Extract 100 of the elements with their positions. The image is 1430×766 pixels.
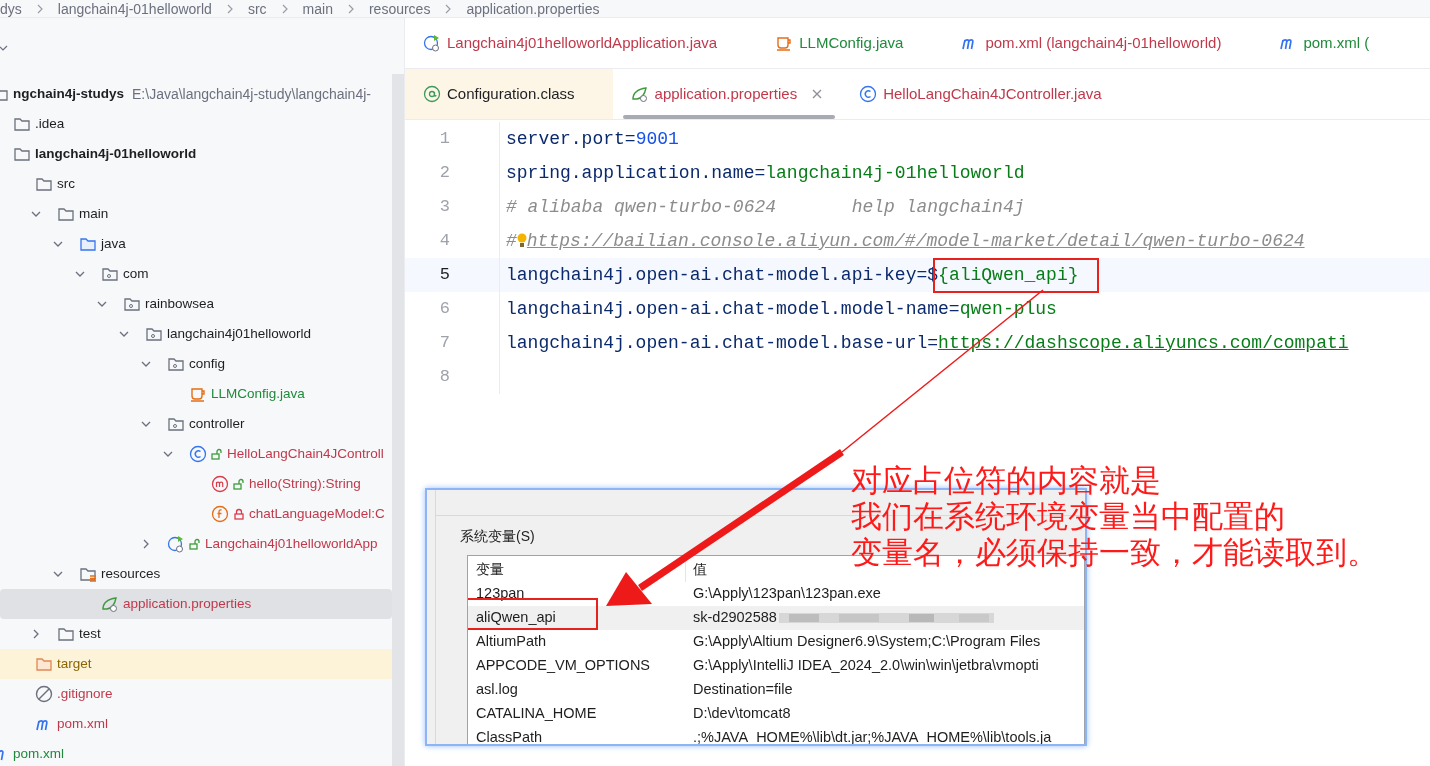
breadcrumb-item[interactable]: main [302, 1, 333, 16]
editor-tab[interactable]: Langchain4j01helloworldApplication.java [405, 18, 736, 68]
tree-item[interactable]: hello(String):String [0, 469, 392, 499]
editor-tab[interactable]: LLMConfig.java [757, 18, 922, 68]
code-text: # [506, 229, 517, 253]
tree-item[interactable]: Langchain4j01helloworldApp [0, 529, 392, 559]
variable-name: AltiumPath [475, 632, 548, 652]
tree-item[interactable]: java [0, 229, 392, 259]
code-text: 9001 [635, 127, 679, 151]
tree-item-label: LLMConfig.java [211, 384, 305, 403]
folder-icon [57, 625, 75, 643]
editor-tab[interactable]: pom.xml ( [1261, 18, 1388, 68]
variable-name: 123pan [475, 584, 526, 604]
package-icon [145, 325, 163, 343]
tree-item-label: langchain4j-01helloworld [35, 144, 197, 163]
tree-item[interactable]: controller [0, 409, 392, 439]
code-text: https://bailian.console.aliyun.com/#/model-market/detail/qwen-turbo-0624 [526, 229, 1305, 253]
cup-icon [775, 34, 794, 52]
tree-item[interactable]: pom.xml [0, 709, 392, 739]
chevron-right-icon [35, 3, 44, 14]
scrollbar[interactable] [392, 74, 404, 766]
tree-item-label: rainbowsea [145, 294, 215, 313]
tree-item-label: test [79, 624, 101, 643]
chevron-right-icon [346, 3, 355, 14]
tree-item-label: pom.xml [13, 744, 64, 763]
tree-item[interactable]: rainbowsea [0, 289, 392, 319]
tree-item[interactable]: target [0, 649, 392, 679]
package-icon [101, 265, 119, 283]
package-icon [123, 295, 141, 313]
breadcrumb-item[interactable]: src [247, 1, 267, 16]
tree-item-label: config [189, 354, 226, 373]
tree-item[interactable]: HelloLangChain4JControll [0, 439, 392, 469]
list-row[interactable]: CATALINA_HOME D:\dev\tomcat8 [468, 702, 1084, 726]
tree-item[interactable]: langchain4j01helloworld [0, 319, 392, 349]
method-icon [211, 475, 229, 493]
line-number: 6 [438, 298, 450, 321]
tree-item-label: ngchain4j-studys [13, 84, 125, 103]
breadcrumb-item[interactable]: resources [368, 1, 431, 16]
column-header[interactable]: 值 [686, 556, 707, 582]
chevron-right-icon [280, 3, 289, 14]
variable-value: sk-d2902588 [692, 608, 777, 628]
folder-icon [35, 175, 53, 193]
tree-item-label: com [123, 264, 149, 283]
code-text: server.port= [506, 127, 636, 151]
folder-icon [79, 235, 97, 253]
code-text: langchain4j.open-ai.chat-model.api-key= [506, 263, 928, 287]
variable-name: aliQwen_api [468, 607, 686, 629]
line-number: 2 [438, 162, 450, 185]
annotation-text: 对应占位符的内容就是 [851, 462, 1162, 498]
tree-item[interactable]: config [0, 349, 392, 379]
tree-item[interactable]: application.properties [0, 589, 392, 619]
spring-class-icon [167, 535, 185, 553]
breadcrumb-item[interactable]: langchain4j-01helloworld [57, 1, 212, 16]
close-icon[interactable] [811, 88, 824, 100]
breadcrumb-item[interactable]: application.properties [466, 1, 600, 16]
line-number: 4 [438, 230, 450, 253]
variable-value: G:\Apply\123pan\123pan.exe [692, 584, 881, 604]
package-icon [167, 355, 185, 373]
variable-value: D:\dev\tomcat8 [692, 704, 791, 724]
tree-item[interactable]: chatLanguageModel:C [0, 499, 392, 529]
tree-item[interactable]: main [0, 199, 392, 229]
tree-item-label: main [79, 204, 109, 223]
tree-item-label: application.properties [123, 594, 252, 613]
variable-value: G:\Apply\IntelliJ IDEA_2024_2.0\win\win\jetbra\vmopti [692, 656, 1039, 676]
tree-item-label: chatLanguageModel:C [249, 504, 385, 523]
class-icon [859, 85, 878, 103]
tree-item-label: src [57, 174, 75, 193]
list-row[interactable]: APPCODE_VM_OPTIONS G:\Apply\IntelliJ IDEA_2024_2.0\win\win\jetbra\vmopti [468, 654, 1084, 678]
ignore-icon [35, 685, 53, 703]
editor-tab[interactable]: HelloLangChain4JController.java [841, 69, 1120, 119]
spring-leaf-icon [101, 595, 119, 613]
code-text: langchain4j-01helloworld [765, 161, 1025, 185]
list-row[interactable]: AltiumPath G:\Apply\Altium Designer6.9\System;C:\Program Files [468, 630, 1084, 654]
tree-item[interactable]: ngchain4j-studys E:\Java\langchain4j-study\langchain4j- [0, 79, 392, 109]
code-text: langchain4j.open-ai.chat-model.model-name= [506, 297, 960, 321]
tree-item[interactable]: src [0, 169, 392, 199]
tree-item[interactable]: .gitignore [0, 679, 392, 709]
lightbulb-icon[interactable] [516, 232, 527, 250]
chevron-right-icon [225, 3, 234, 14]
tree-item-label: pom.xml [57, 714, 108, 733]
list-row[interactable]: 123pan G:\Apply\123pan\123pan.exe [468, 582, 1084, 606]
tree-item[interactable]: .idea [0, 109, 392, 139]
breadcrumb-item[interactable]: dys [0, 1, 22, 16]
tree-item[interactable]: resources [0, 559, 392, 589]
annotation-text: 变量名，必须保持一致，才能读取到。 [851, 534, 1378, 570]
code-text: {aliQwen_api} [938, 261, 1079, 289]
variable-name: CATALINA_HOME [475, 704, 598, 724]
line-number: 7 [438, 332, 450, 355]
list-row[interactable]: asl.log Destination=file [468, 678, 1084, 702]
editor-tab[interactable]: application.properties [612, 69, 842, 119]
variable-name: ClassPath [475, 728, 544, 744]
tree-item[interactable]: test [0, 619, 392, 649]
tree-item[interactable]: pom.xml [0, 739, 392, 766]
tree-item[interactable]: LLMConfig.java [0, 379, 392, 409]
editor-tab[interactable]: Configuration.class [405, 69, 613, 119]
editor-tab[interactable]: pom.xml (langchain4j-01helloworld) [943, 18, 1240, 68]
tree-item[interactable]: com [0, 259, 392, 289]
tree-item[interactable]: langchain4j-01helloworld [0, 139, 392, 169]
tree-item-label: HelloLangChain4JControll [227, 444, 384, 463]
tree-item-label: .gitignore [57, 684, 113, 703]
